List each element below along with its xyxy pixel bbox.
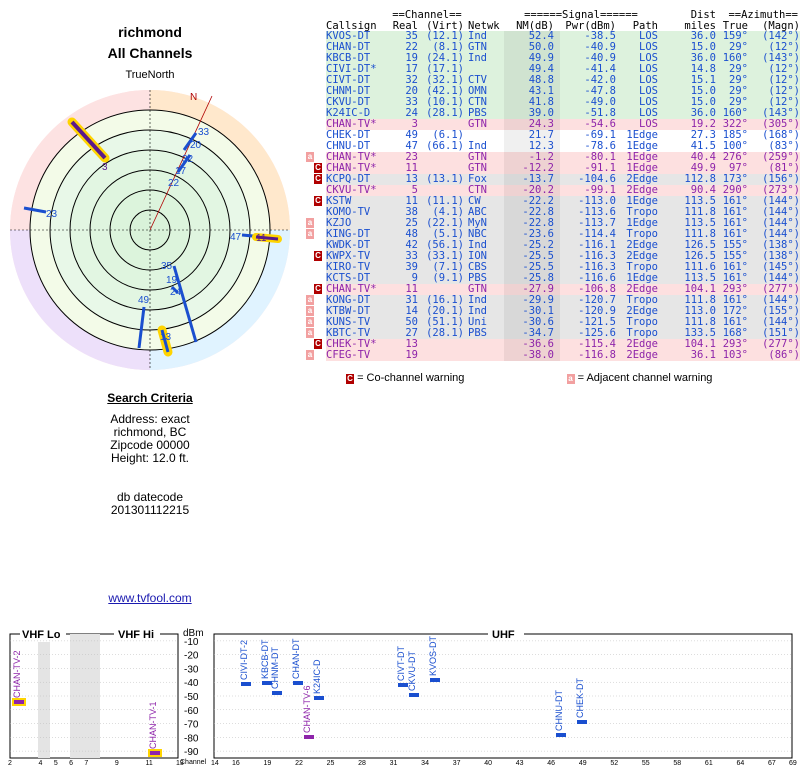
signal-bar-label: CIVT-DT (396, 645, 407, 681)
signal-bar-label: CHAN-DT (291, 638, 302, 680)
svg-text:35: 35 (161, 261, 173, 272)
adjacent-channel-warning-icon: a (306, 152, 314, 162)
svg-text:20: 20 (190, 140, 202, 151)
spectrum-marks: CHAN-TV-2 CHAN-TV-1 CIVI-DT-2 KBCB-DT CHNM-D… (0, 626, 800, 768)
signal-bar (240, 682, 251, 687)
cell-magn: (86°) (768, 349, 800, 361)
co-channel-icon: C (346, 374, 354, 384)
cell-virt: (13.1) (426, 173, 464, 185)
signal-bar (555, 733, 566, 738)
polar-rings (10, 90, 290, 370)
co-channel-warning-icon: C (314, 251, 322, 261)
location-name: richmond (118, 24, 182, 40)
co-channel-warning-icon: C (314, 284, 322, 294)
criteria-heading: Search Criteria (107, 391, 193, 405)
channel-table: ==Channel== ======Signal====== Dist ==Az… (326, 9, 800, 361)
polar-plot: N 3 23 33 20 32 17 22 47 11 35 19 24 49 … (10, 90, 290, 370)
db-datecode-value: 201301112215 (110, 503, 190, 517)
cell-nm: -38.0 (522, 349, 554, 361)
cell-virt: (28.1) (426, 107, 464, 119)
adjacent-channel-warning-icon: a (306, 295, 314, 305)
adjacent-channel-warning-icon: a (306, 218, 314, 228)
adjacent-channel-warning-icon: a (306, 306, 314, 316)
adjacent-channel-text: = Adjacent channel warning (577, 372, 713, 384)
signal-bar (148, 748, 163, 757)
criteria-height: Height: 12.0 ft. (110, 451, 190, 465)
tvfool-link[interactable]: www.tvfool.com (0, 591, 300, 605)
table-body: KVOS-DT 35 (12.1) Ind 52.4 -38.5 LOS 36.0 159° (1… (326, 31, 800, 361)
co-channel-warning-icon: C (314, 339, 322, 349)
signal-bar-label: CHNU-DT (553, 690, 564, 732)
signal-bar (576, 720, 587, 725)
table-group-headers: ==Channel== ======Signal====== Dist ==Az… (392, 9, 798, 21)
signal-bar-label: CHAN-TV-1 (148, 701, 159, 749)
svg-text:32: 32 (182, 154, 194, 165)
svg-text:11: 11 (256, 233, 267, 244)
co-channel-text: = Co-channel warning (357, 372, 465, 384)
adjacent-channel-icon: a (566, 374, 575, 384)
warning-legend: C = Co-channel warning a = Adjacent chan… (346, 372, 712, 384)
signal-bar (408, 692, 419, 697)
cell-virt: (28.1) (426, 327, 464, 339)
signal-bar-label: CHAN-TV-2 (12, 650, 23, 699)
adjacent-channel-warning-icon: a (306, 328, 314, 338)
co-channel-warning-icon: C (314, 174, 322, 184)
signal-bar-label: CHEK-DT (574, 678, 585, 719)
cell-call: CFEG-TV (326, 349, 371, 361)
signal-bar-label: CIVI-DT-2 (238, 640, 249, 681)
svg-text:49: 49 (138, 295, 150, 306)
svg-text:24: 24 (170, 287, 182, 298)
signal-bar-label: KVOS-DT (427, 636, 438, 677)
signal-bar-label: KBCB-DT (259, 639, 270, 680)
cell-pwr: -116.8 (578, 349, 616, 361)
svg-text:33: 33 (198, 127, 210, 138)
cell-dist: 36.1 (690, 349, 716, 361)
signal-bar-label: CHNM-DT (270, 646, 281, 689)
svg-text:3: 3 (102, 162, 108, 173)
adjacent-channel-warning-icon: a (306, 229, 314, 239)
svg-text:17: 17 (175, 166, 187, 177)
svg-text:19: 19 (166, 275, 178, 286)
cell-net: PBS (468, 327, 487, 339)
co-channel-warning-icon: C (314, 163, 322, 173)
signal-bar-label: CHAN-TV-6 (301, 685, 312, 734)
co-channel-warning-icon: C (314, 196, 322, 206)
cell-path: 2Edge (626, 349, 658, 361)
magnetic-north-label: N (190, 92, 197, 103)
signal-bar (12, 698, 27, 707)
signal-bar (429, 678, 440, 683)
svg-text:47: 47 (230, 232, 242, 243)
signal-bar-label: CKVU-DT (406, 650, 417, 691)
svg-text:13: 13 (160, 332, 172, 343)
signal-bar (303, 735, 314, 740)
signal-bar-label: K24IC-D (312, 659, 323, 695)
svg-text:23: 23 (46, 209, 58, 220)
cell-virt: (9.1) (432, 272, 464, 284)
cell-virt: (66.1) (426, 140, 464, 152)
adjacent-channel-warning-icon: a (306, 317, 314, 327)
page-title: richmond All Channels (0, 22, 300, 64)
search-criteria: Search Criteria Address: exact richmond,… (0, 392, 300, 517)
table-row: CFEG-TV 19 -38.0 -116.8 2Edge 36.1 103° (86°) (326, 350, 800, 361)
signal-bar (272, 690, 283, 695)
cell-real: 19 (405, 349, 418, 361)
adjacent-channel-warning-icon: a (306, 350, 314, 360)
cell-net: GTN (468, 118, 487, 130)
svg-text:22: 22 (168, 178, 180, 189)
signal-bar (314, 696, 325, 701)
cell-true: 103° (722, 349, 748, 361)
channels-subtitle: All Channels (107, 45, 193, 61)
cell-net: Ind (468, 52, 487, 64)
warning-column: aCCCaaCCaaaaCa (306, 31, 322, 361)
